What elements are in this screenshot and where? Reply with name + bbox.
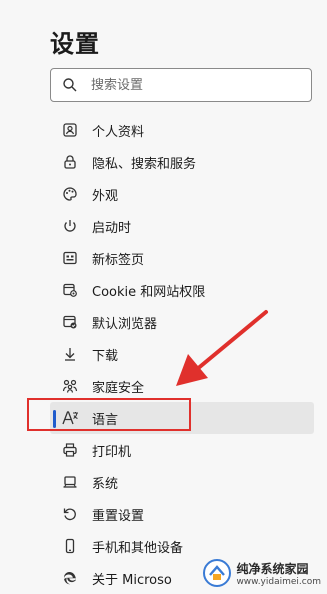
watermark: 纯净系统家园 www.yidaimei.com	[202, 558, 321, 588]
watermark-logo-icon	[203, 559, 232, 587]
annotation-arrow	[176, 310, 268, 386]
watermark-title: 纯净系统家园	[236, 561, 309, 576]
watermark-url: www.yidaimei.com	[236, 576, 321, 587]
